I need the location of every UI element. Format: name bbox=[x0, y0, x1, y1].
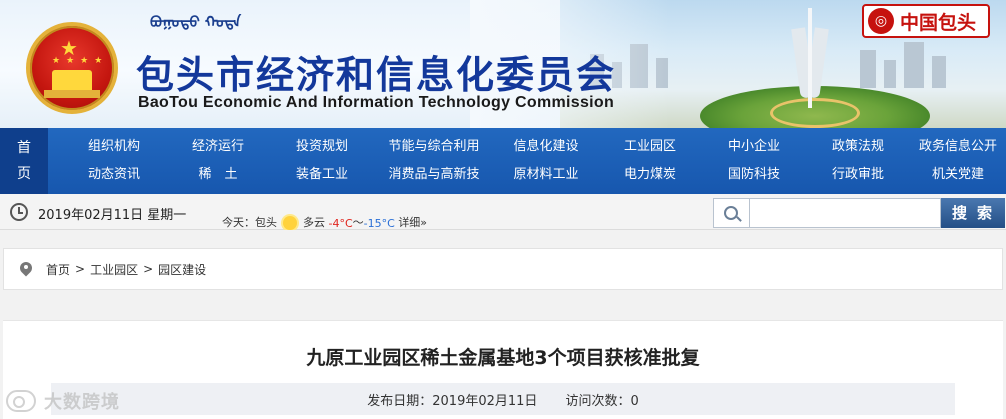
monument bbox=[790, 8, 830, 108]
china-baotou-icon: ◎ bbox=[868, 8, 894, 34]
breadcrumb: 首页 > 工业园区 > 园区建设 bbox=[3, 248, 1003, 290]
site-title[interactable]: 包头市经济和信息化委员会 bbox=[136, 44, 616, 99]
search-button[interactable]: 搜索 bbox=[941, 198, 1005, 228]
nav-item-gov-info[interactable]: 政务信息公开 bbox=[919, 133, 997, 161]
weather-location: 今天：包头 bbox=[222, 216, 277, 229]
nav-item-economic-operation[interactable]: 经济运行 bbox=[192, 133, 244, 161]
nav-home[interactable]: 首 页 bbox=[0, 128, 48, 194]
nav-item-energy-saving[interactable]: 节能与综合利用 bbox=[388, 133, 479, 161]
nav-home-label-top: 首 bbox=[17, 140, 31, 156]
nav-item-informatization[interactable]: 信息化建设 bbox=[513, 133, 578, 161]
weather-detail-link[interactable]: 详细» bbox=[398, 214, 427, 230]
china-baotou-label: 中国包头 bbox=[900, 11, 977, 34]
temp-high: -4°C bbox=[328, 217, 353, 230]
temp-low: -15°C bbox=[363, 217, 395, 230]
nav-item-admin-approval[interactable]: 行政审批 bbox=[832, 161, 884, 189]
watermark-text: 大数跨境 bbox=[44, 392, 120, 413]
search-bar: 搜索 bbox=[713, 198, 1005, 228]
breadcrumb-industrial-park[interactable]: 工业园区 bbox=[90, 261, 138, 278]
nav-item-industrial-park[interactable]: 工业园区 bbox=[624, 133, 676, 161]
nav-item-defense-tech[interactable]: 国防科技 bbox=[728, 161, 780, 189]
nav-item-power-coal[interactable]: 电力煤炭 bbox=[624, 161, 676, 189]
national-emblem-logo[interactable]: ★ ★★★★ bbox=[26, 22, 118, 114]
weather-desc: 多云 bbox=[303, 216, 325, 229]
nav-item-investment-planning[interactable]: 投资规划 bbox=[296, 133, 348, 161]
breadcrumb-park-construction[interactable]: 园区建设 bbox=[158, 261, 206, 278]
watermark: 大数跨境 bbox=[6, 388, 120, 414]
nav-item-organization[interactable]: 组织机构 bbox=[88, 133, 140, 161]
visit-count: 访问次数：0 bbox=[565, 393, 639, 409]
current-date: 2019年02月11日 星期一 bbox=[38, 208, 187, 223]
nav-item-rare-earth[interactable]: 稀 土 bbox=[198, 161, 237, 189]
search-icon bbox=[713, 198, 749, 228]
breadcrumb-home[interactable]: 首页 bbox=[46, 261, 70, 278]
location-pin-icon bbox=[20, 262, 32, 276]
article-title: 九原工业园区稀土金属基地3个项目获核准批复 bbox=[306, 347, 700, 369]
search-input[interactable] bbox=[749, 198, 941, 228]
clock-icon bbox=[10, 203, 28, 221]
mongolian-script-title: ᠪᠤᠭᠤᠲᠤ ᠬᠣᠲᠠ bbox=[150, 13, 242, 31]
article-panel: 九原工业园区稀土金属基地3个项目获核准批复 发布日期：2019年02月11日 访… bbox=[3, 320, 1003, 419]
star-icon: ★ bbox=[60, 36, 78, 60]
main-nav: 首 页 组织机构 动态资讯 经济运行 稀 土 投资规划 装备工业 节能与综合利用… bbox=[0, 128, 1006, 194]
sun-icon bbox=[283, 216, 297, 230]
nav-item-consumer-hightech[interactable]: 消费品与高新技 bbox=[388, 161, 479, 189]
china-baotou-link[interactable]: ◎ 中国包头 bbox=[862, 4, 990, 38]
nav-item-news[interactable]: 动态资讯 bbox=[88, 161, 140, 189]
publish-date: 发布日期：2019年02月11日 bbox=[367, 393, 538, 409]
nav-item-equipment-industry[interactable]: 装备工业 bbox=[296, 161, 348, 189]
weather-widget: 今天：包头 多云 -4°C ～ -15°C 详细» bbox=[222, 214, 428, 230]
nav-item-raw-materials[interactable]: 原材料工业 bbox=[513, 161, 578, 189]
nav-home-label-bottom: 页 bbox=[17, 166, 31, 182]
article-meta: 发布日期：2019年02月11日 访问次数：0 bbox=[51, 383, 955, 415]
nav-item-sme[interactable]: 中小企业 bbox=[728, 133, 780, 161]
site-title-english: BaoTou Economic And Information Technolo… bbox=[138, 94, 615, 111]
nav-item-policy[interactable]: 政策法规 bbox=[832, 133, 884, 161]
site-header: ★ ★★★★ ᠪᠤᠭᠤᠲᠤ ᠬᠣᠲᠠ 包头市经济和信息化委员会 BaoTou E… bbox=[0, 0, 1006, 128]
nav-item-party-building[interactable]: 机关党建 bbox=[932, 161, 984, 189]
watermark-logo-icon bbox=[6, 390, 36, 412]
